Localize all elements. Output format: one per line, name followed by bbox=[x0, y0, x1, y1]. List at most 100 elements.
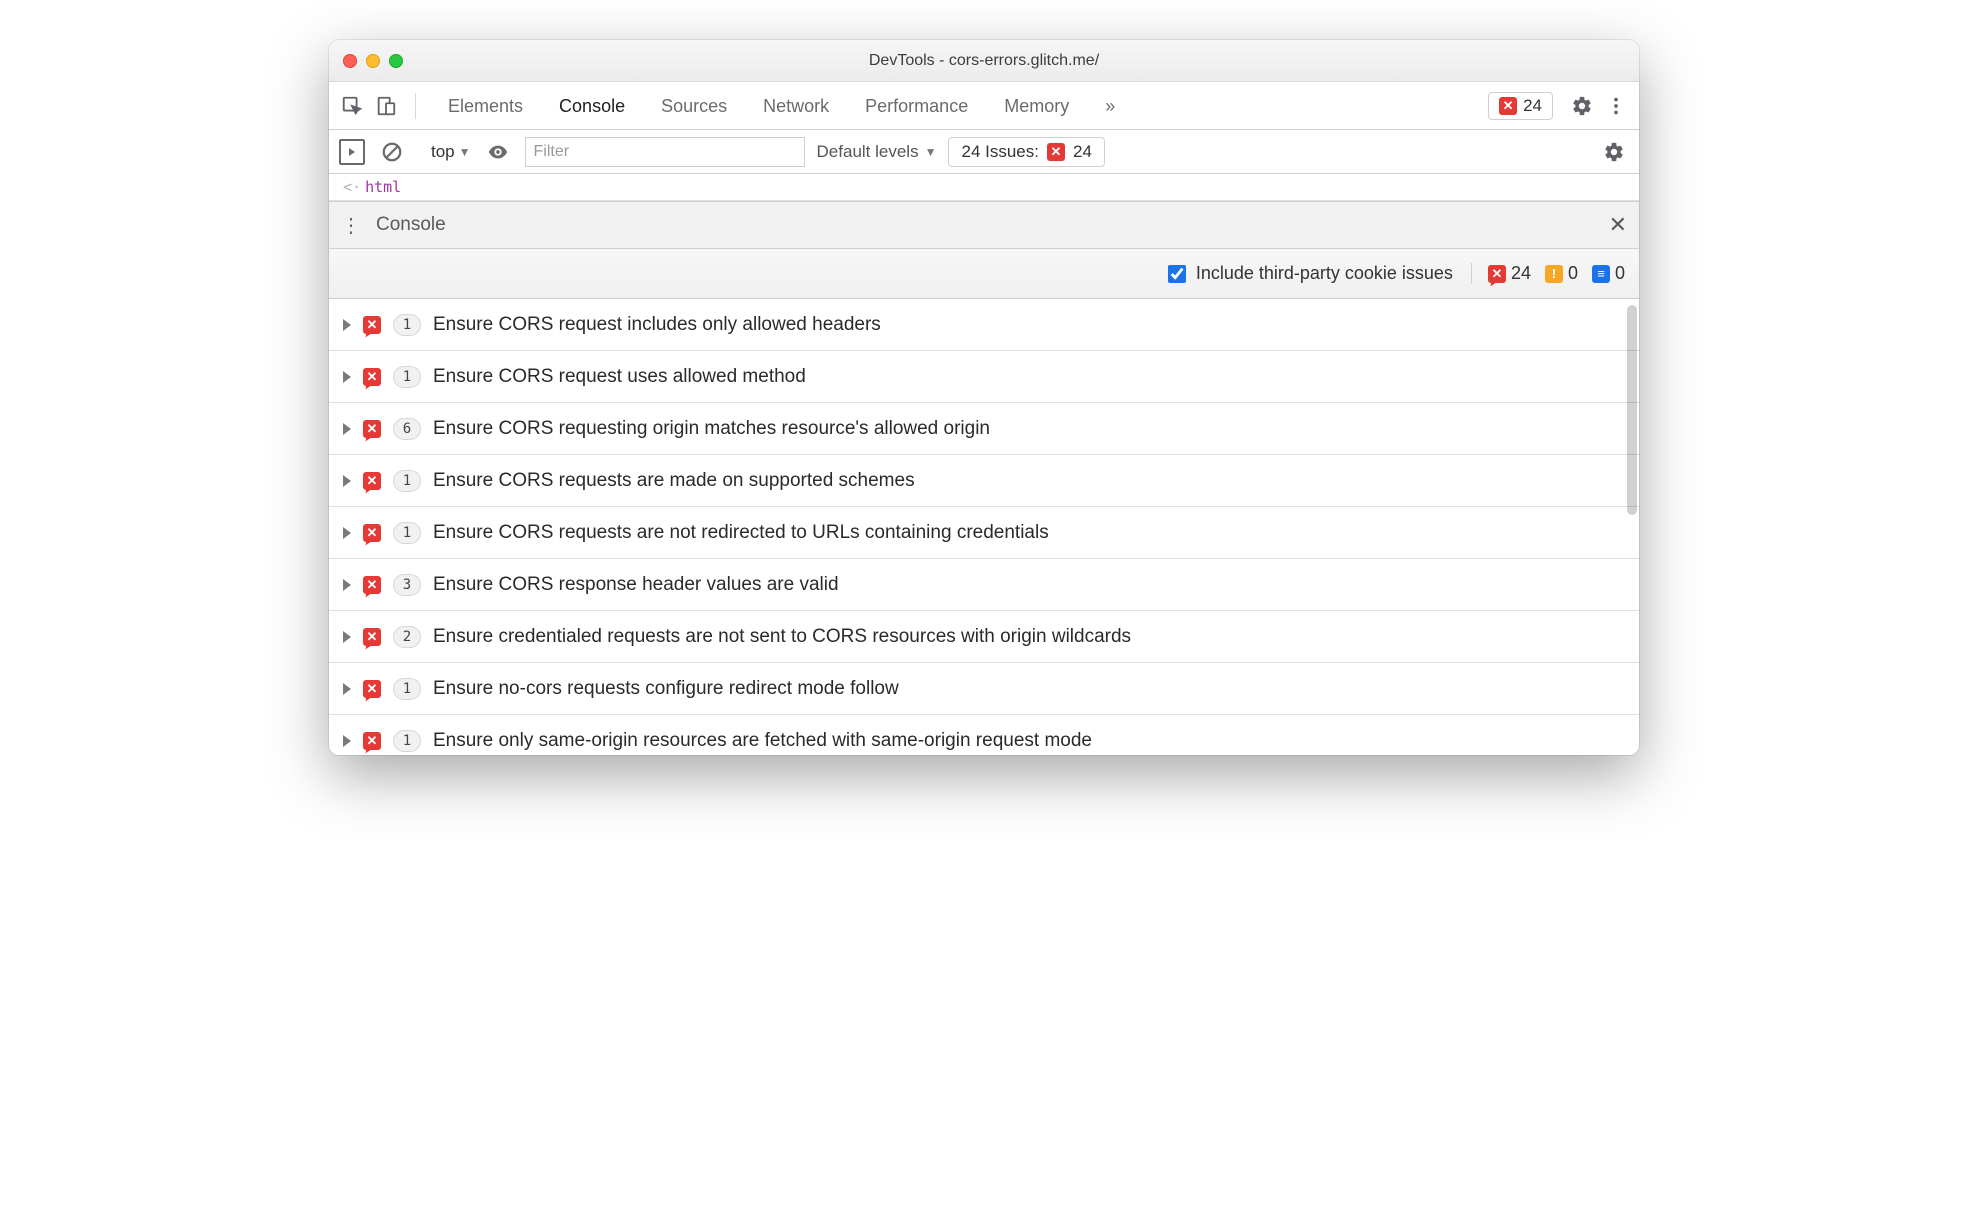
issue-row[interactable]: ✕1Ensure CORS request includes only allo… bbox=[329, 299, 1639, 351]
drawer-title: Console bbox=[376, 214, 446, 236]
issue-title: Ensure credentialed requests are not sen… bbox=[433, 626, 1131, 648]
error-icon: ✕ bbox=[363, 368, 381, 386]
close-window-button[interactable] bbox=[343, 54, 357, 68]
issue-title: Ensure no-cors requests configure redire… bbox=[433, 678, 899, 700]
issue-title: Ensure only same-origin resources are fe… bbox=[433, 730, 1092, 752]
console-settings-icon[interactable] bbox=[1599, 137, 1629, 167]
error-icon: ✕ bbox=[363, 420, 381, 438]
error-icon: ✕ bbox=[363, 524, 381, 542]
issue-row[interactable]: ✕ 1 Ensure CORS requests are not redirecte… bbox=[329, 507, 1639, 559]
tab-performance[interactable]: Performance bbox=[847, 82, 986, 130]
tab-console[interactable]: Console bbox=[541, 82, 643, 130]
devtools-window: DevTools - cors-errors.glitch.me/ Elemen… bbox=[329, 40, 1639, 755]
device-toolbar-icon[interactable] bbox=[371, 91, 401, 121]
issue-title: Ensure CORS requests are not redirected … bbox=[433, 522, 1049, 544]
tabs-overflow-button[interactable]: » bbox=[1087, 82, 1133, 130]
warnings-count-group[interactable]: ! 0 bbox=[1545, 263, 1578, 284]
error-icon: ✕ bbox=[363, 680, 381, 698]
error-icon: ✕ bbox=[363, 628, 381, 646]
warnings-count: 0 bbox=[1568, 263, 1578, 284]
tab-elements[interactable]: Elements bbox=[430, 82, 541, 130]
issue-count-badge: 1 bbox=[393, 470, 421, 492]
issue-row[interactable]: ✕ 1 Ensure CORS request uses allowed metho… bbox=[329, 351, 1639, 403]
maximize-window-button[interactable] bbox=[389, 54, 403, 68]
disclosure-triangle-icon bbox=[343, 319, 351, 331]
window-controls bbox=[343, 54, 403, 68]
issue-row[interactable]: ✕ 3 Ensure CORS response header values are… bbox=[329, 559, 1639, 611]
issue-row[interactable]: ✕ 6 Ensure CORS requesting origin matches … bbox=[329, 403, 1639, 455]
issue-title: Ensure CORS requesting origin matches re… bbox=[433, 418, 990, 440]
error-icon: ✕ bbox=[1047, 143, 1065, 161]
disclosure-triangle-icon bbox=[343, 579, 351, 591]
info-count-group[interactable]: ≡ 0 bbox=[1592, 263, 1625, 284]
info-count: 0 bbox=[1615, 263, 1625, 284]
issue-row[interactable]: ✕ 1 Ensure only same-origin resources are … bbox=[329, 715, 1639, 755]
errors-count: 24 bbox=[1511, 263, 1531, 284]
issue-title: Ensure CORS request uses allowed method bbox=[433, 366, 806, 388]
clear-console-icon[interactable] bbox=[377, 137, 407, 167]
tab-memory[interactable]: Memory bbox=[986, 82, 1087, 130]
checkbox-label: Include third-party cookie issues bbox=[1196, 263, 1453, 284]
settings-icon[interactable] bbox=[1567, 91, 1597, 121]
errors-count-group[interactable]: ✕ 24 bbox=[1488, 263, 1531, 284]
log-levels-selector[interactable]: Default levels ▼ bbox=[817, 142, 937, 162]
tab-sources[interactable]: Sources bbox=[643, 82, 745, 130]
back-arrow-icon: <· bbox=[343, 178, 361, 196]
close-drawer-button[interactable]: ✕ bbox=[1609, 212, 1627, 238]
console-toolbar: top ▼ Default levels ▼ 24 Issues: ✕ 24 bbox=[329, 130, 1639, 174]
error-icon: ✕ bbox=[363, 732, 381, 750]
separator bbox=[415, 93, 416, 119]
issues-label: 24 Issues: bbox=[961, 142, 1039, 162]
caret-down-icon: ▼ bbox=[459, 145, 471, 159]
minimize-window-button[interactable] bbox=[366, 54, 380, 68]
issue-count-badge: 2 bbox=[393, 626, 421, 648]
info-icon: ≡ bbox=[1592, 265, 1610, 283]
panel-tabs: Elements Console Sources Network Perform… bbox=[430, 82, 1484, 130]
caret-down-icon: ▼ bbox=[925, 145, 937, 159]
issue-count-badge: 1 bbox=[393, 730, 421, 752]
disclosure-triangle-icon bbox=[343, 475, 351, 487]
issue-counts: ✕ 24 ! 0 ≡ 0 bbox=[1471, 263, 1625, 284]
context-selector[interactable]: top ▼ bbox=[431, 142, 471, 162]
issue-count-badge: 6 bbox=[393, 418, 421, 440]
error-count-pill[interactable]: ✕ 24 bbox=[1488, 92, 1553, 120]
issue-row[interactable]: ✕ 1 Ensure CORS requests are made on suppo… bbox=[329, 455, 1639, 507]
issue-title: Ensure CORS requests are made on support… bbox=[433, 470, 915, 492]
issues-count: 24 bbox=[1073, 142, 1092, 162]
source-line: <·html bbox=[329, 174, 1639, 201]
error-icon: ✕ bbox=[363, 576, 381, 594]
issue-title: Ensure CORS response header values are v… bbox=[433, 574, 839, 596]
issues-list: ✕1Ensure CORS request includes only allo… bbox=[329, 299, 1639, 755]
tab-network[interactable]: Network bbox=[745, 82, 847, 130]
context-label: top bbox=[431, 142, 455, 162]
issues-pill[interactable]: 24 Issues: ✕ 24 bbox=[948, 137, 1104, 167]
inspect-element-icon[interactable] bbox=[337, 91, 367, 121]
levels-label: Default levels bbox=[817, 142, 919, 162]
issue-count-badge: 1 bbox=[393, 522, 421, 544]
main-toolbar: Elements Console Sources Network Perform… bbox=[329, 82, 1639, 130]
drawer-menu-icon[interactable]: ⋮ bbox=[341, 213, 362, 238]
issue-count-badge: 1 bbox=[393, 314, 421, 336]
more-menu-icon[interactable] bbox=[1601, 91, 1631, 121]
error-icon: ✕ bbox=[1488, 265, 1506, 283]
error-icon: ✕ bbox=[363, 316, 381, 334]
disclosure-triangle-icon bbox=[343, 631, 351, 643]
issues-toolbar: Include third-party cookie issues ✕ 24 !… bbox=[329, 249, 1639, 299]
warning-icon: ! bbox=[1545, 265, 1563, 283]
filter-input[interactable] bbox=[525, 137, 805, 167]
disclosure-triangle-icon bbox=[343, 683, 351, 695]
play-icon[interactable] bbox=[339, 139, 365, 165]
titlebar: DevTools - cors-errors.glitch.me/ bbox=[329, 40, 1639, 82]
live-expression-icon[interactable] bbox=[483, 137, 513, 167]
third-party-cookies-toggle[interactable]: Include third-party cookie issues bbox=[1168, 263, 1453, 284]
drawer-header: ⋮ Console ✕ bbox=[329, 201, 1639, 249]
issue-row[interactable]: ✕1Ensure no-cors requests configure redi… bbox=[329, 663, 1639, 715]
issue-count-badge: 3 bbox=[393, 574, 421, 596]
issue-count-badge: 1 bbox=[393, 366, 421, 388]
issue-row[interactable]: ✕ 2 Ensure credentialed requests are not s… bbox=[329, 611, 1639, 663]
scrollbar-thumb[interactable] bbox=[1627, 305, 1637, 515]
error-icon: ✕ bbox=[363, 472, 381, 490]
window-title: DevTools - cors-errors.glitch.me/ bbox=[329, 52, 1639, 70]
third-party-cookies-checkbox[interactable] bbox=[1168, 265, 1186, 283]
disclosure-triangle-icon bbox=[343, 371, 351, 383]
